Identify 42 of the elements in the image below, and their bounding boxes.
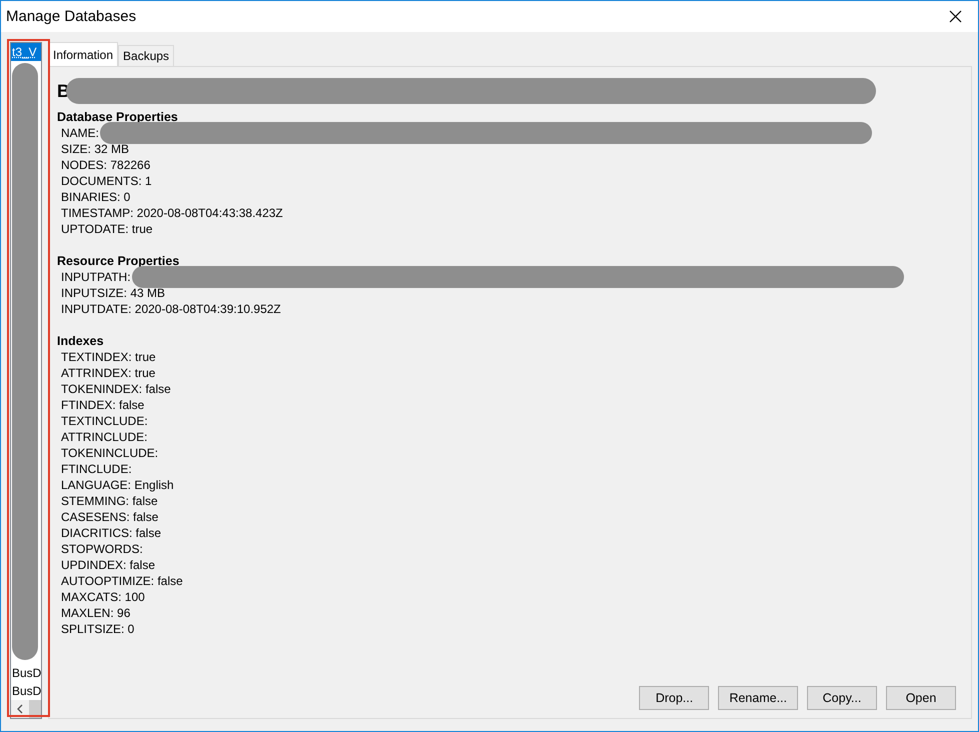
section-title: Indexes [57, 333, 105, 349]
property-text: NODES: 782266 [61, 158, 150, 172]
property-text: INPUTSIZE: 43 MB [61, 286, 166, 300]
property-text: TOKENINDEX: false [61, 382, 171, 396]
property-text: UPTODATE: true [61, 222, 153, 236]
property-text: MAXLEN: 96 [61, 606, 130, 620]
property-text: TOKENINCLUDE: [61, 446, 158, 460]
property-text: TIMESTAMP: 2020-08-08T04:43:38.423Z [61, 206, 283, 220]
property-text: INPUTDATE: 2020-08-08T04:39:10.952Z [61, 302, 281, 316]
dialog-button[interactable]: Copy... [807, 686, 877, 710]
property-text: CASESENS: false [61, 510, 158, 524]
property-text: SIZE: 32 MB [61, 142, 130, 156]
section-title: Database Properties [57, 109, 179, 125]
close-icon[interactable] [948, 10, 962, 23]
database-list-item[interactable]: t3_V [11, 43, 41, 61]
dialog-button[interactable]: Rename... [718, 686, 798, 710]
property-text: BINARIES: 0 [61, 190, 130, 204]
property-text: STOPWORDS: [61, 542, 143, 556]
property-text: MAXCATS: 100 [61, 590, 145, 604]
dialog-button[interactable]: Drop... [639, 686, 710, 710]
property-text: STEMMING: false [61, 494, 158, 508]
property-text: SPLITSIZE: 0 [61, 622, 134, 636]
tab[interactable]: Backups [118, 45, 174, 66]
property-text: INPUTPATH: [61, 270, 131, 284]
property-text: NAME: [61, 126, 100, 140]
property-text: TEXTINCLUDE: [61, 414, 148, 428]
property-text: TEXTINDEX: true [61, 350, 156, 364]
property-text: UPDINDEX: false [61, 558, 156, 572]
scroll-left-icon[interactable] [17, 704, 23, 714]
property-text: FTINCLUDE: [61, 462, 132, 476]
window-title: Manage Databases [6, 8, 136, 25]
property-text: ATTRINDEX: true [61, 366, 156, 380]
dialog-button[interactable]: Open [886, 686, 956, 710]
section-title: Resource Properties [57, 253, 180, 269]
property-text: DIACRITICS: false [61, 526, 162, 540]
property-text: ATTRINCLUDE: [61, 430, 148, 444]
property-text: AUTOOPTIMIZE: false [61, 574, 183, 588]
database-list[interactable]: t3_V BusD BusD [10, 42, 42, 719]
property-text: LANGUAGE: English [61, 478, 174, 492]
property-text: FTINDEX: false [61, 398, 144, 412]
tab[interactable]: Information [48, 42, 118, 66]
property-text: DOCUMENTS: 1 [61, 174, 152, 188]
